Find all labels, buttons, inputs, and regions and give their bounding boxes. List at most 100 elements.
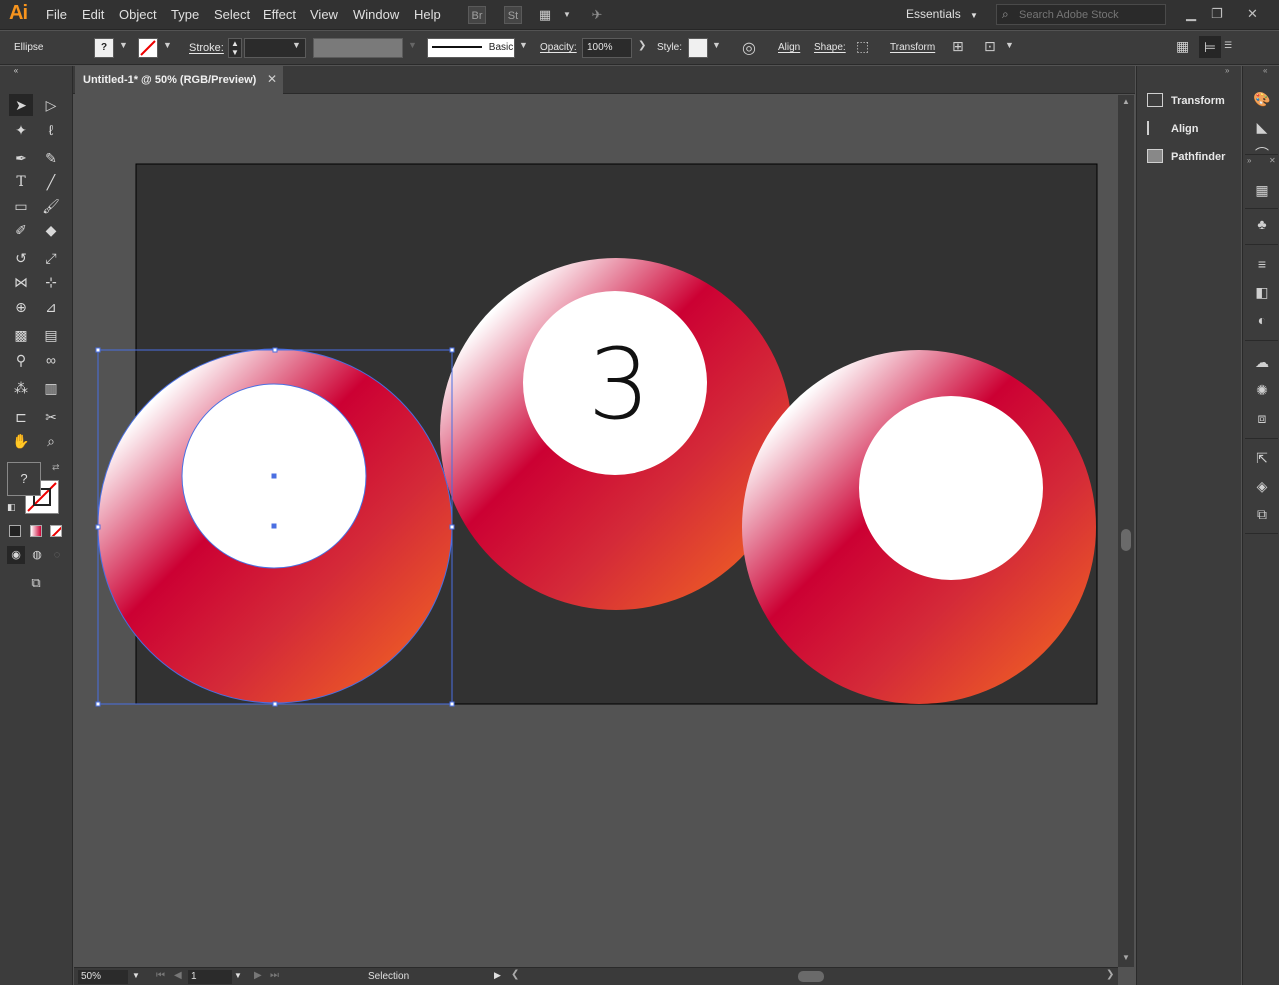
chevron-down-icon[interactable]: ▼ bbox=[292, 40, 301, 50]
collapse-icon[interactable]: « bbox=[6, 66, 26, 76]
chevron-down-icon[interactable]: ▼ bbox=[558, 6, 576, 24]
scroll-up-icon[interactable]: ▲ bbox=[1122, 97, 1130, 106]
rectangle-tool-icon[interactable]: ▭ bbox=[9, 195, 33, 217]
slice-tool-icon[interactable]: ✂ bbox=[39, 406, 63, 428]
panel-menu-icon[interactable]: ☰ bbox=[1224, 40, 1232, 51]
shaper-tool-icon[interactable]: ✐ bbox=[9, 219, 33, 241]
billiard-ball-right[interactable] bbox=[742, 350, 1096, 704]
mesh-tool-icon[interactable]: ▩ bbox=[9, 324, 33, 346]
chevron-down-icon[interactable]: ▼ bbox=[712, 40, 721, 50]
stroke-weight-stepper[interactable]: ▲ ▼ bbox=[228, 38, 242, 58]
scrollbar-thumb[interactable] bbox=[1121, 529, 1131, 551]
chevron-right-icon[interactable]: ❯ bbox=[638, 40, 646, 51]
gpu-performance-icon[interactable]: ✈ bbox=[588, 6, 606, 24]
chevron-down-icon[interactable]: ▼ bbox=[234, 971, 242, 980]
dock-close-icon[interactable]: ✕ bbox=[1269, 156, 1276, 165]
vertical-scrollbar[interactable]: ▲ ▼ bbox=[1118, 95, 1134, 967]
width-tool-icon[interactable]: ⋈ bbox=[9, 271, 33, 293]
gradient-tool-icon[interactable]: ▤ bbox=[39, 324, 63, 346]
shape-bounds-icon[interactable]: ⬚ bbox=[856, 38, 869, 55]
zoom-tool-icon[interactable]: ⌕ bbox=[39, 430, 63, 452]
next-artboard-icon[interactable]: ▶ bbox=[254, 970, 262, 981]
scroll-right-icon[interactable]: ❯ bbox=[1106, 969, 1114, 980]
screen-mode-icon[interactable]: ⧉ bbox=[24, 572, 48, 594]
artboard-number-field[interactable]: 1 bbox=[188, 970, 232, 984]
billiard-ball-3[interactable]: 3 bbox=[440, 258, 792, 610]
dock-expand-icon[interactable]: » bbox=[1247, 156, 1251, 165]
resize-handle[interactable] bbox=[449, 347, 455, 353]
transparency-icon[interactable]: ◐ bbox=[1252, 312, 1272, 330]
selection-tool-icon[interactable]: ➤ bbox=[9, 94, 33, 116]
scroll-left-icon[interactable]: ❮ bbox=[511, 969, 519, 980]
chevron-down-icon[interactable]: ▼ bbox=[1005, 40, 1014, 50]
search-stock[interactable]: ⌕ bbox=[996, 4, 1166, 25]
style-swatch[interactable] bbox=[688, 38, 708, 58]
curvature-tool-icon[interactable]: ✎ bbox=[39, 147, 63, 169]
chevron-down-icon[interactable]: ▼ bbox=[408, 40, 417, 50]
gradient-mode-icon[interactable] bbox=[30, 525, 42, 537]
resize-handle[interactable] bbox=[95, 701, 101, 707]
artboards-icon[interactable]: ⧉ bbox=[1252, 506, 1272, 524]
shape-label[interactable]: Shape: bbox=[814, 42, 846, 53]
resize-handle[interactable] bbox=[272, 701, 278, 707]
recolor-artwork-icon[interactable]: ◎ bbox=[742, 38, 756, 58]
collapse-dock-icon[interactable]: « bbox=[1263, 66, 1267, 75]
panel-align[interactable]: Align bbox=[1147, 121, 1199, 141]
eraser-tool-icon[interactable]: ◆ bbox=[39, 219, 63, 241]
symbol-sprayer-tool-icon[interactable]: ⁂ bbox=[9, 377, 33, 399]
menu-window[interactable]: Window bbox=[353, 7, 399, 22]
menu-effect[interactable]: Effect bbox=[263, 7, 296, 22]
stock-button[interactable]: St bbox=[504, 6, 522, 24]
panel-transform[interactable]: Transform bbox=[1147, 93, 1225, 113]
layers-icon[interactable]: ◈ bbox=[1252, 478, 1272, 496]
rotate-tool-icon[interactable]: ↺ bbox=[9, 247, 33, 269]
swap-fill-stroke-icon[interactable]: ⇄ bbox=[52, 462, 60, 473]
document-tab[interactable]: Untitled-1* @ 50% (RGB/Preview) ✕ bbox=[75, 66, 283, 94]
cc-libraries-icon[interactable]: ☁ bbox=[1252, 354, 1272, 372]
gradient-icon[interactable]: ◧ bbox=[1252, 284, 1272, 302]
align-link[interactable]: Align bbox=[778, 42, 800, 53]
menu-help[interactable]: Help bbox=[414, 7, 441, 22]
close-icon[interactable]: ✕ bbox=[267, 72, 277, 86]
brush-definition[interactable]: Basic bbox=[427, 38, 515, 58]
type-tool-icon[interactable]: T bbox=[9, 171, 33, 193]
grid-icon[interactable]: ▦ bbox=[1176, 38, 1189, 55]
arrange-documents-icon[interactable]: ▦ bbox=[536, 6, 554, 24]
export-icon[interactable]: ⇱ bbox=[1252, 450, 1272, 468]
magic-wand-tool-icon[interactable]: ✦ bbox=[9, 119, 33, 141]
menu-select[interactable]: Select bbox=[214, 7, 250, 22]
resize-handle[interactable] bbox=[449, 524, 455, 530]
resize-handle[interactable] bbox=[95, 524, 101, 530]
color-guide-icon[interactable]: ◣ bbox=[1252, 119, 1272, 137]
chevron-down-icon[interactable]: ▼ bbox=[119, 40, 128, 50]
last-artboard-icon[interactable]: ⏭ bbox=[270, 970, 279, 981]
isolate-icon[interactable]: ⊞ bbox=[952, 38, 964, 55]
direct-selection-tool-icon[interactable]: ▷ bbox=[39, 94, 63, 116]
resize-handle[interactable] bbox=[95, 347, 101, 353]
opacity-field[interactable]: 100% bbox=[582, 38, 632, 58]
stroke-label[interactable]: Stroke: bbox=[189, 42, 224, 54]
search-input[interactable] bbox=[1019, 7, 1159, 22]
draw-inside-icon[interactable]: ◌ bbox=[48, 546, 66, 564]
none-mode-icon[interactable] bbox=[50, 525, 62, 537]
shape-builder-tool-icon[interactable]: ⊕ bbox=[9, 296, 33, 318]
stroke-icon[interactable]: ≡ bbox=[1252, 256, 1272, 274]
appearance-icon[interactable]: ✺ bbox=[1252, 382, 1272, 400]
fill-box[interactable]: ? bbox=[7, 462, 41, 496]
ball-number-circle[interactable] bbox=[859, 396, 1043, 580]
scale-tool-icon[interactable]: ⤢ bbox=[39, 247, 63, 269]
menu-view[interactable]: View bbox=[310, 7, 338, 22]
close-icon[interactable]: ✕ bbox=[1247, 6, 1258, 22]
workspace-switcher[interactable]: Essentials ▼ bbox=[906, 7, 978, 21]
opacity-label[interactable]: Opacity: bbox=[540, 42, 577, 53]
color-mode-icon[interactable] bbox=[9, 525, 21, 537]
first-artboard-icon[interactable]: ⏮ bbox=[156, 970, 165, 981]
scroll-down-icon[interactable]: ▼ bbox=[1122, 953, 1130, 962]
minimize-icon[interactable]: ▁ bbox=[1186, 6, 1196, 22]
blend-tool-icon[interactable]: ∞ bbox=[39, 349, 63, 371]
symbols-icon[interactable]: ♣ bbox=[1252, 216, 1272, 234]
eyedropper-tool-icon[interactable]: ⚲ bbox=[9, 349, 33, 371]
perspective-grid-tool-icon[interactable]: ⊿ bbox=[39, 296, 63, 318]
pen-tool-icon[interactable]: ✒ bbox=[9, 147, 33, 169]
fill-swatch[interactable]: ? bbox=[94, 38, 114, 58]
